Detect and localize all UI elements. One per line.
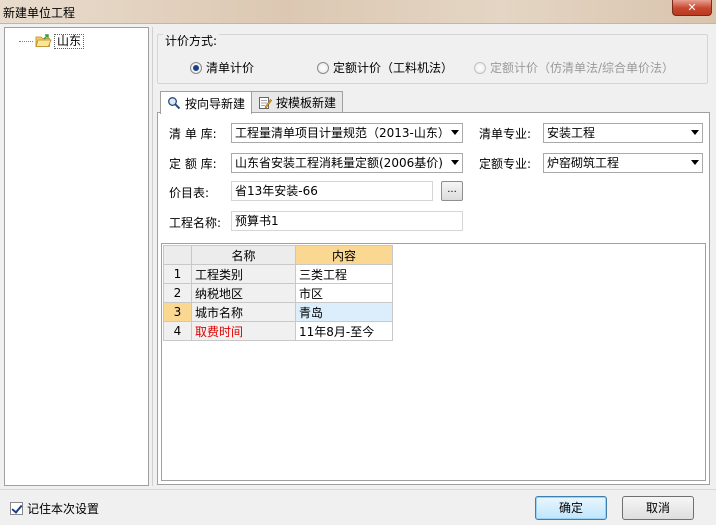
chevron-down-icon xyxy=(691,160,699,165)
radio-quota-pricing[interactable]: 定额计价（工料机法） xyxy=(317,59,453,76)
row-name: 取费时间 xyxy=(191,321,296,341)
row-value[interactable]: 11年8月-至今 xyxy=(295,321,393,341)
bill-spec-select[interactable]: 安装工程 xyxy=(543,123,703,143)
radio-label: 清单计价 xyxy=(206,61,255,75)
table-row[interactable]: 1 工程类别 三类工程 xyxy=(163,264,393,284)
combo-value: 山东省安装工程消耗量定额(2006基价) xyxy=(235,156,443,170)
row-value[interactable]: 青岛 xyxy=(295,302,393,322)
project-name-label: 工程名称: xyxy=(169,216,222,230)
quota-lib-label: 定 额 库: xyxy=(169,157,217,171)
close-icon: ✕ xyxy=(687,1,697,14)
tab-label: 按模板新建 xyxy=(276,96,337,110)
field-value: 省13年安装-66 xyxy=(235,184,318,198)
grid-corner-cell xyxy=(163,245,192,265)
tab-template-create[interactable]: 按模板新建 xyxy=(251,91,344,113)
radio-label: 定额计价（工料机法） xyxy=(333,61,454,75)
row-name: 城市名称 xyxy=(191,302,296,322)
quota-lib-select[interactable]: 山东省安装工程消耗量定额(2006基价) xyxy=(231,153,463,173)
radio-unselected-icon xyxy=(317,61,329,74)
project-info-grid: 名称 内容 1 工程类别 三类工程 2 纳税地区 市区 3 城市名称 青岛 4 … xyxy=(161,243,706,481)
bill-lib-label: 清 单 库: xyxy=(169,127,217,141)
region-tree: 山东 xyxy=(4,27,149,486)
checkbox-label: 记住本次设置 xyxy=(27,502,100,516)
tree-node-label: 山东 xyxy=(54,33,85,49)
grid-header-name[interactable]: 名称 xyxy=(191,245,296,265)
table-row[interactable]: 3 城市名称 青岛 xyxy=(163,302,393,322)
row-number: 4 xyxy=(163,321,192,341)
row-name: 工程类别 xyxy=(191,264,296,284)
row-number: 3 xyxy=(163,302,192,322)
radio-label: 定额计价（仿清单法/综合单价法） xyxy=(490,61,675,75)
row-value[interactable]: 三类工程 xyxy=(295,264,393,284)
bill-spec-label: 清单专业: xyxy=(479,127,532,141)
browse-price-table-button[interactable]: ... xyxy=(441,181,463,201)
grid-header-value[interactable]: 内容 xyxy=(295,245,393,265)
window-title: 新建单位工程 xyxy=(3,6,76,20)
cancel-button[interactable]: 取消 xyxy=(622,496,694,520)
chevron-down-icon xyxy=(451,130,459,135)
quota-spec-select[interactable]: 炉窑砌筑工程 xyxy=(543,153,703,173)
tab-label: 按向导新建 xyxy=(185,96,246,111)
field-value: 预算书1 xyxy=(235,214,279,228)
ok-button[interactable]: 确定 xyxy=(535,496,607,520)
pane-splitter[interactable] xyxy=(152,27,153,486)
price-table-label: 价目表: xyxy=(169,186,210,200)
pricing-method-legend: 计价方式: xyxy=(163,32,220,49)
checkbox-checked-icon xyxy=(10,502,23,515)
row-number: 2 xyxy=(163,283,192,303)
price-table-field[interactable]: 省13年安装-66 xyxy=(231,181,433,201)
combo-value: 安装工程 xyxy=(547,126,596,140)
combo-value: 工程量清单项目计量规范（2013-山东） xyxy=(235,126,450,140)
quota-spec-label: 定额专业: xyxy=(479,157,532,171)
tree-connector xyxy=(19,40,33,42)
project-name-input[interactable]: 预算书1 xyxy=(231,211,463,231)
radio-disabled-icon xyxy=(474,61,486,74)
folder-open-icon xyxy=(35,34,52,48)
footer-divider xyxy=(0,489,716,490)
row-name: 纳税地区 xyxy=(191,283,296,303)
wizard-icon xyxy=(167,96,181,110)
remember-settings-checkbox[interactable]: 记住本次设置 xyxy=(10,500,99,517)
tree-node-shandong[interactable]: 山东 xyxy=(19,33,85,49)
tab-wizard-create[interactable]: 按向导新建 xyxy=(160,91,253,114)
close-button[interactable]: ✕ xyxy=(672,0,712,16)
row-value[interactable]: 市区 xyxy=(295,283,393,303)
title-bar: 新建单位工程 ✕ xyxy=(0,0,716,24)
combo-value: 炉窑砌筑工程 xyxy=(547,156,620,170)
chevron-down-icon xyxy=(691,130,699,135)
tab-strip: 按向导新建 按模板新建 xyxy=(160,91,344,114)
table-row[interactable]: 2 纳税地区 市区 xyxy=(163,283,393,303)
radio-selected-icon xyxy=(190,61,202,74)
table-row[interactable]: 4 取费时间 11年8月-至今 xyxy=(163,321,393,341)
row-number: 1 xyxy=(163,264,192,284)
template-icon xyxy=(258,96,272,110)
grid-header-row: 名称 内容 xyxy=(163,245,393,265)
radio-quota-unit-pricing: 定额计价（仿清单法/综合单价法） xyxy=(474,59,674,76)
bill-lib-select[interactable]: 工程量清单项目计量规范（2013-山东） xyxy=(231,123,463,143)
radio-bill-pricing[interactable]: 清单计价 xyxy=(190,59,254,76)
chevron-down-icon xyxy=(451,160,459,165)
